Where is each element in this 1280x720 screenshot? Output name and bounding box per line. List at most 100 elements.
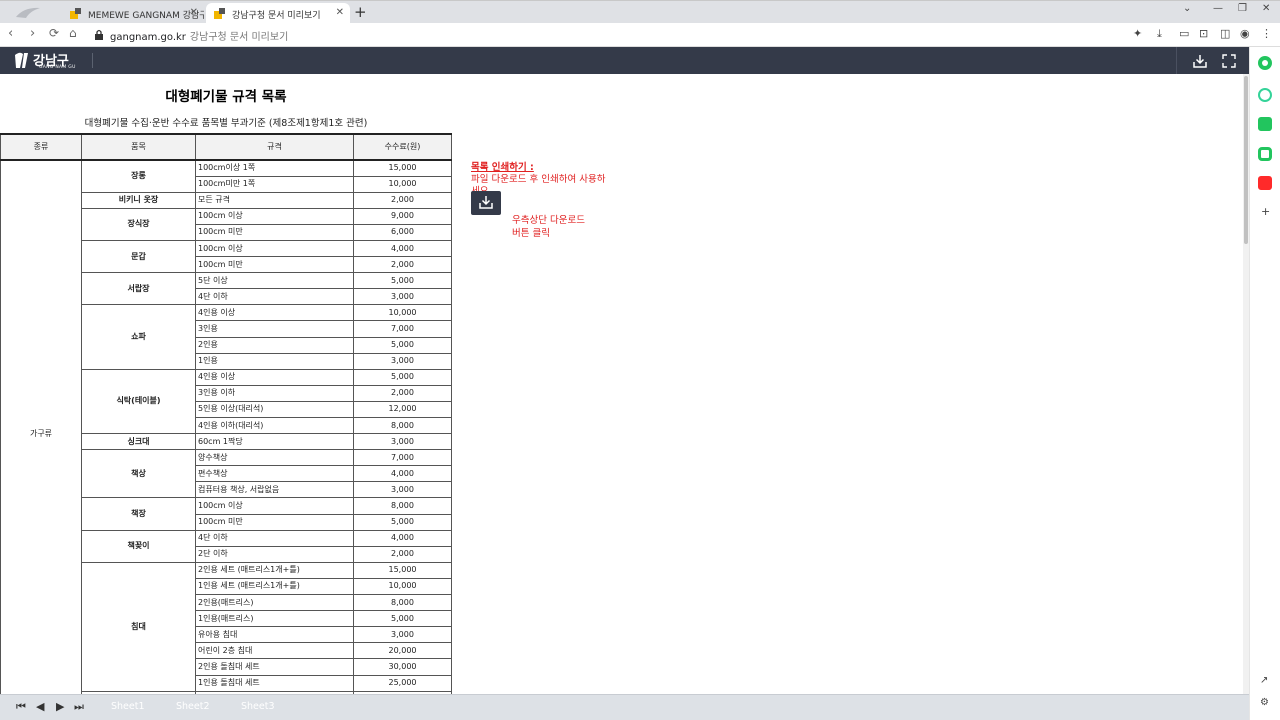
fee-cell[interactable]: 5,000 bbox=[353, 272, 452, 290]
red-app-icon[interactable] bbox=[1258, 176, 1272, 190]
gangnam-logo[interactable]: 강남구 GANG NAM GU bbox=[14, 50, 92, 72]
browser-tab-memewe[interactable]: MEMEWE GANGNAM 강남구청 ✕ bbox=[62, 3, 204, 24]
fee-cell[interactable]: 5,000 bbox=[353, 513, 452, 531]
spec-cell[interactable]: 5단 이상 bbox=[195, 272, 354, 290]
spec-cell[interactable]: 1인용 돌침대 세트 bbox=[195, 674, 354, 692]
spec-cell[interactable]: 편수책상 bbox=[195, 465, 354, 483]
spec-cell[interactable]: 3인용 이하 bbox=[195, 384, 354, 402]
fee-cell[interactable]: 12,000 bbox=[353, 400, 452, 419]
extensions-icon[interactable]: ✦ bbox=[1133, 27, 1142, 40]
spec-cell[interactable]: 4단 이하 bbox=[195, 529, 354, 547]
play-icon[interactable] bbox=[1258, 88, 1272, 102]
fee-cell[interactable]: 2,000 bbox=[353, 545, 452, 563]
tab-list-chevron-icon[interactable]: ⌄ bbox=[1183, 3, 1191, 14]
chat-icon[interactable] bbox=[1258, 117, 1272, 131]
spec-cell[interactable]: 2인용(매트리스) bbox=[195, 594, 354, 612]
fee-cell[interactable]: 15,000 bbox=[353, 561, 452, 579]
fee-cell[interactable]: 7,000 bbox=[353, 449, 452, 467]
fee-cell[interactable]: 8,000 bbox=[353, 594, 452, 612]
menu-icon[interactable]: ⋮ bbox=[1261, 27, 1272, 40]
spec-cell[interactable]: 1인용 세트 (매트리스1개+틀) bbox=[195, 577, 354, 596]
home-button[interactable]: ⌂ bbox=[69, 26, 77, 40]
fee-cell[interactable]: 3,000 bbox=[353, 352, 452, 370]
spec-cell[interactable]: 100cm 이상 bbox=[195, 239, 354, 258]
sheet-tab-3[interactable]: Sheet3 bbox=[238, 697, 302, 718]
spec-cell[interactable]: 100cm 이상 bbox=[195, 207, 354, 225]
fee-cell[interactable]: 5,000 bbox=[353, 368, 452, 386]
fullscreen-icon[interactable] bbox=[1221, 53, 1237, 69]
spec-cell[interactable]: 1인용(매트리스) bbox=[195, 610, 354, 628]
spec-cell[interactable]: 100cm 이상 bbox=[195, 497, 354, 515]
spec-cell[interactable]: 유아용 침대 bbox=[195, 626, 354, 644]
fee-cell[interactable]: 4,000 bbox=[353, 465, 452, 483]
sheet-tab-1[interactable]: Sheet1 bbox=[108, 697, 172, 718]
fee-cell[interactable]: 10,000 bbox=[353, 577, 452, 596]
fee-cell[interactable]: 10,000 bbox=[353, 304, 452, 322]
fee-cell[interactable]: 7,000 bbox=[353, 320, 452, 338]
next-sheet-button[interactable]: ▶ bbox=[56, 700, 64, 713]
fee-cell[interactable]: 30,000 bbox=[353, 658, 452, 676]
fee-cell[interactable]: 4,000 bbox=[353, 529, 452, 547]
scroll-thumb[interactable] bbox=[1244, 76, 1248, 244]
fee-cell[interactable]: 20,000 bbox=[353, 642, 452, 660]
item-cell[interactable]: 책꽂이 bbox=[81, 529, 196, 563]
fee-cell[interactable]: 10,000 bbox=[353, 175, 452, 193]
fee-cell[interactable]: 3,000 bbox=[353, 481, 452, 499]
screenshot-icon[interactable]: ⊡ bbox=[1199, 27, 1208, 40]
close-tab-icon[interactable]: ✕ bbox=[190, 7, 198, 18]
fee-cell[interactable]: 4,000 bbox=[353, 239, 452, 258]
fee-cell[interactable]: 3,000 bbox=[353, 288, 452, 306]
spec-cell[interactable]: 2인용 세트 (매트리스1개+틀) bbox=[195, 561, 354, 579]
spec-cell[interactable]: 2인용 bbox=[195, 336, 354, 354]
spec-cell[interactable]: 양수책상 bbox=[195, 449, 354, 467]
split-view-icon[interactable]: ◫ bbox=[1220, 27, 1230, 40]
restore-button[interactable]: ❐ bbox=[1238, 3, 1247, 14]
item-cell[interactable]: 문갑 bbox=[81, 239, 196, 274]
item-cell[interactable]: 책상 bbox=[81, 449, 196, 499]
minimize-button[interactable]: — bbox=[1213, 3, 1223, 14]
category-cell[interactable]: 가구류 bbox=[0, 159, 82, 694]
external-link-icon[interactable]: ↗ bbox=[1260, 675, 1268, 686]
fee-cell[interactable]: 2,000 bbox=[353, 191, 452, 209]
spec-cell[interactable]: 4인용 이상 bbox=[195, 304, 354, 322]
last-sheet-button[interactable]: ⏭ bbox=[74, 700, 84, 714]
spec-cell[interactable]: 2단 이하 bbox=[195, 545, 354, 563]
cast-icon[interactable]: ▭ bbox=[1179, 27, 1189, 40]
item-cell[interactable]: 쇼파 bbox=[81, 304, 196, 370]
item-cell[interactable]: 식탁(테이블) bbox=[81, 368, 196, 435]
browser-tab-preview[interactable]: 강남구청 문서 미리보기 ✕ bbox=[206, 3, 350, 24]
forward-button[interactable]: › bbox=[30, 26, 35, 41]
item-cell[interactable]: 싱크대 bbox=[81, 433, 196, 451]
back-button[interactable]: ‹ bbox=[8, 26, 13, 41]
vertical-scrollbar[interactable] bbox=[1243, 74, 1249, 694]
item-cell[interactable]: 책장 bbox=[81, 497, 196, 531]
spec-cell[interactable]: 4인용 이상 bbox=[195, 368, 354, 386]
profile-icon[interactable]: ◉ bbox=[1240, 27, 1250, 40]
fee-cell[interactable]: 8,000 bbox=[353, 497, 452, 515]
download-icon[interactable] bbox=[1192, 53, 1208, 69]
item-cell[interactable]: 비키니 옷장 bbox=[81, 191, 196, 209]
item-cell[interactable]: 서랍장 bbox=[81, 272, 196, 306]
square-app-icon[interactable] bbox=[1258, 147, 1272, 161]
spec-cell[interactable]: 100cm 미만 bbox=[195, 513, 354, 531]
fee-cell[interactable]: 3,000 bbox=[353, 433, 452, 451]
spec-cell[interactable]: 100cm 미만 bbox=[195, 223, 354, 241]
spec-cell[interactable]: 2인용 돌침대 세트 bbox=[195, 658, 354, 676]
sheet-tab-2[interactable]: Sheet2 bbox=[173, 697, 237, 718]
spec-cell[interactable]: 100cm 미만 bbox=[195, 256, 354, 274]
spec-cell[interactable]: 어린이 2층 침대 bbox=[195, 642, 354, 660]
prev-sheet-button[interactable]: ◀ bbox=[36, 700, 44, 713]
item-cell[interactable]: 장식장 bbox=[81, 207, 196, 241]
spec-cell[interactable]: 60cm 1짝당 bbox=[195, 433, 354, 451]
item-cell[interactable]: 침대 bbox=[81, 561, 196, 692]
spec-cell[interactable]: 100cm미만 1쪽 bbox=[195, 175, 354, 193]
fee-cell[interactable]: 3,000 bbox=[353, 626, 452, 644]
app-icon[interactable] bbox=[1258, 56, 1272, 70]
fee-cell[interactable]: 2,000 bbox=[353, 256, 452, 274]
new-tab-button[interactable]: + bbox=[354, 3, 367, 21]
fee-cell[interactable]: 15,000 bbox=[353, 159, 452, 177]
close-tab-icon[interactable]: ✕ bbox=[336, 7, 344, 18]
reload-button[interactable]: ⟳ bbox=[49, 26, 59, 40]
spec-cell[interactable]: 4단 이하 bbox=[195, 288, 354, 306]
first-sheet-button[interactable]: ⏮ bbox=[16, 700, 26, 714]
